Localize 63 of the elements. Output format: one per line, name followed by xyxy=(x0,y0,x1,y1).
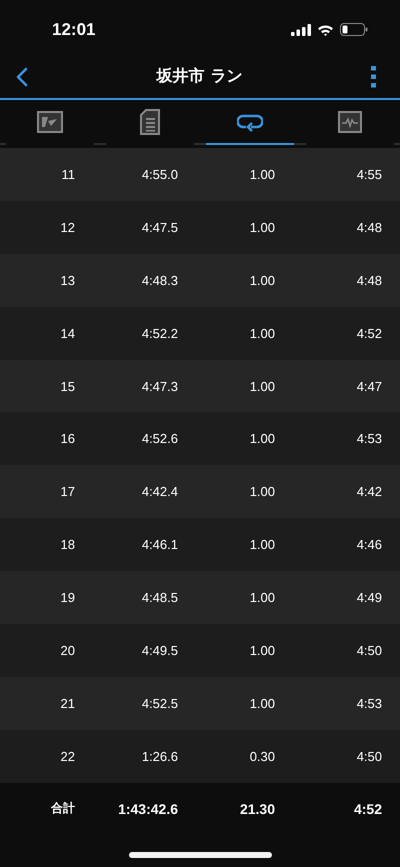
lap-distance: 1.00 xyxy=(248,166,275,182)
lap-distance: 1.00 xyxy=(248,590,275,606)
lap-number: 17 xyxy=(60,484,75,500)
gauge-icon xyxy=(37,110,63,132)
lap-number: 16 xyxy=(60,431,75,446)
more-icon xyxy=(370,66,376,88)
lap-number: 18 xyxy=(60,537,75,552)
lap-time: 4:52.5 xyxy=(140,696,178,711)
lap-time: 4:52.2 xyxy=(140,326,178,341)
chart-icon xyxy=(338,110,362,132)
lap-number: 22 xyxy=(60,748,75,764)
total-distance: 21.30 xyxy=(238,800,275,817)
lap-pace: 4:53 xyxy=(356,696,382,711)
lap-distance: 1.00 xyxy=(248,431,275,446)
status-time: 12:01 xyxy=(52,20,96,40)
lap-distance: 1.00 xyxy=(248,220,275,235)
lap-time: 4:47.3 xyxy=(140,378,178,394)
lap-pace: 4:53 xyxy=(356,431,382,446)
document-icon xyxy=(140,108,160,134)
lap-pace: 4:47 xyxy=(356,378,382,394)
lap-pace: 4:49 xyxy=(356,590,382,606)
lap-pace: 4:50 xyxy=(356,642,382,658)
lap-pace: 4:50 xyxy=(356,748,382,764)
lap-number: 21 xyxy=(60,696,75,711)
lap-time: 4:48.5 xyxy=(140,590,178,606)
lap-pace: 4:55 xyxy=(356,166,382,182)
lap-number: 13 xyxy=(60,272,75,288)
total-pace: 4:52 xyxy=(352,800,382,817)
lap-number: 15 xyxy=(60,378,75,394)
lap-time: 4:47.5 xyxy=(140,220,178,235)
lap-pace: 4:48 xyxy=(356,220,382,235)
total-time: 1:43:42.6 xyxy=(117,800,178,817)
lap-time: 4:42.4 xyxy=(140,484,178,500)
lap-time: 1:26.6 xyxy=(140,748,178,764)
lap-pace: 4:42 xyxy=(356,484,382,500)
lap-time: 4:52.6 xyxy=(140,431,178,446)
lap-distance: 1.00 xyxy=(248,378,275,394)
lap-distance: 1.00 xyxy=(248,272,275,288)
lap-time: 4:49.5 xyxy=(140,642,178,658)
lap-number: 20 xyxy=(60,642,75,658)
lap-number: 19 xyxy=(60,590,75,606)
lap-time: 4:55.0 xyxy=(140,166,178,182)
lap-time: 4:48.3 xyxy=(140,272,178,288)
back-icon xyxy=(16,66,28,86)
lap-number: 12 xyxy=(60,220,75,235)
lap-distance: 1.00 xyxy=(248,326,275,341)
lap-pace: 4:48 xyxy=(356,272,382,288)
wifi-icon xyxy=(317,24,334,36)
lap-distance: 1.00 xyxy=(248,484,275,500)
signal-icon xyxy=(291,24,311,36)
lap-pace: 4:46 xyxy=(356,537,382,552)
lap-distance: 1.00 xyxy=(248,537,275,552)
nav-title: 坂井市 ラン xyxy=(156,66,242,87)
lap-time: 4:46.1 xyxy=(140,537,178,552)
lap-number: 11 xyxy=(60,166,75,182)
total-label: 合計 xyxy=(50,800,75,818)
lap-number: 14 xyxy=(60,326,75,341)
lap-pace: 4:52 xyxy=(356,326,382,341)
lap-distance: 0.30 xyxy=(248,748,275,764)
battery-icon xyxy=(340,23,368,36)
lap-distance: 1.00 xyxy=(248,696,275,711)
lap-distance: 1.00 xyxy=(248,642,275,658)
loop-icon xyxy=(237,112,263,132)
